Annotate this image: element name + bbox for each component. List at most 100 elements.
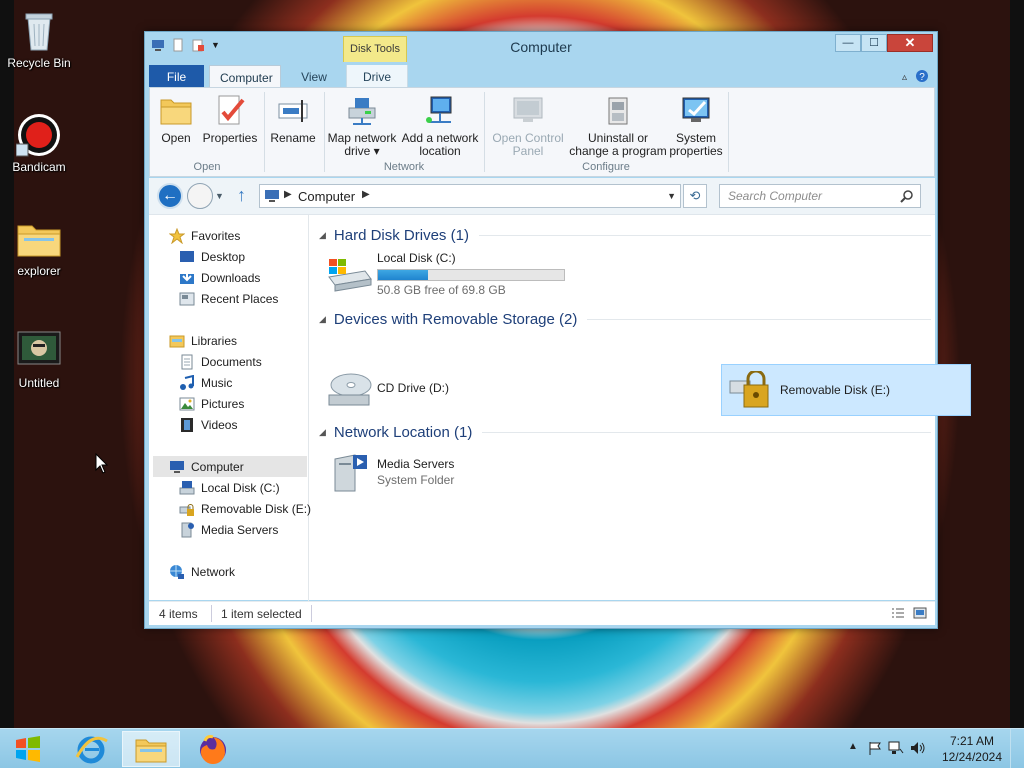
help-icon[interactable]: ?	[915, 69, 929, 86]
open-button[interactable]: Open	[154, 94, 198, 145]
search-placeholder: Search Computer	[728, 189, 823, 203]
system-properties-button[interactable]: System properties	[666, 94, 726, 158]
section-title: Hard Disk Drives (1)	[333, 226, 469, 244]
desktop-icon-label: explorer	[17, 264, 61, 278]
nav-label: Computer	[191, 459, 244, 474]
nav-label: Local Disk (C:)	[201, 480, 280, 495]
taskbar-firefox[interactable]	[184, 731, 242, 767]
taskbar-file-explorer[interactable]	[122, 731, 180, 767]
uninstall-program-button[interactable]: Uninstall or change a program	[568, 94, 668, 158]
nav-label: Documents	[201, 354, 262, 369]
nav-label: Music	[201, 375, 233, 390]
open-control-panel-button[interactable]: Open Control Panel	[488, 94, 568, 158]
map-network-drive-button[interactable]: Map network drive ▾	[326, 94, 398, 158]
item-name: Media Servers	[377, 457, 455, 471]
tab-computer[interactable]: Computer	[209, 65, 281, 87]
nav-item-removable-disk[interactable]: Removable Disk (E:)	[179, 498, 311, 519]
tab-file[interactable]: File	[149, 65, 204, 87]
svg-text:?: ?	[919, 72, 925, 83]
window-title: Computer	[510, 39, 572, 55]
add-network-location-button[interactable]: Add a network location	[400, 94, 480, 158]
nav-item-desktop[interactable]: Desktop	[179, 246, 245, 267]
breadcrumb-arrow-icon[interactable]: ▶	[362, 189, 370, 200]
details-view-icon[interactable]	[891, 607, 905, 622]
nav-item-downloads[interactable]: Downloads	[179, 267, 260, 288]
nav-label: Removable Disk (E:)	[201, 501, 312, 516]
breadcrumb-arrow-icon[interactable]: ▶	[284, 189, 292, 200]
clock[interactable]: 7:21 AM 12/24/2024	[942, 733, 1002, 765]
collapse-triangle-icon[interactable]: ◢	[319, 427, 326, 438]
desktop-icon-bandicam[interactable]: Bandicam	[3, 112, 75, 174]
large-icons-view-icon[interactable]	[913, 607, 927, 622]
show-hidden-icons-icon[interactable]: ▲	[848, 741, 858, 752]
tab-drive[interactable]: Drive	[346, 65, 408, 87]
recycle-bin-icon	[16, 8, 62, 54]
address-bar[interactable]: ▶ Computer ▶ ▼	[259, 184, 681, 208]
nav-label: Downloads	[201, 270, 261, 285]
desktop-icon	[179, 249, 195, 265]
show-desktop-button[interactable]	[1010, 729, 1024, 768]
media-servers-item[interactable]: Media Servers System Folder	[319, 447, 569, 499]
maximize-button[interactable]: ☐	[861, 34, 887, 52]
nav-item-favorites[interactable]: Favorites	[168, 225, 240, 246]
map-network-drive-label-2: drive ▾	[344, 144, 380, 158]
content-pane: ◢ Hard Disk Drives (1) Local Disk (C:) 5…	[311, 215, 971, 601]
start-button[interactable]	[0, 731, 56, 767]
nav-item-media-servers[interactable]: Media Servers	[179, 519, 278, 540]
section-hard-disk-drives[interactable]: ◢ Hard Disk Drives (1)	[319, 225, 931, 245]
back-button[interactable]: ←	[157, 183, 183, 209]
desktop-border-right	[1010, 0, 1024, 728]
forward-button[interactable]	[187, 183, 213, 209]
volume-icon[interactable]	[910, 741, 926, 758]
nav-item-recent-places[interactable]: Recent Places	[179, 288, 278, 309]
section-removable-storage[interactable]: ◢ Devices with Removable Storage (2)	[319, 309, 931, 329]
taskbar-internet-explorer[interactable]	[62, 731, 120, 767]
tab-view[interactable]: View	[289, 65, 339, 87]
nav-label: Desktop	[201, 249, 246, 264]
nav-item-music[interactable]: Music	[179, 372, 232, 393]
search-input[interactable]: Search Computer	[719, 184, 921, 208]
breadcrumb-computer[interactable]: Computer	[298, 189, 355, 204]
refresh-button[interactable]: ⟲	[683, 184, 707, 208]
collapse-triangle-icon[interactable]: ◢	[319, 314, 326, 325]
desktop-icon-explorer[interactable]: explorer	[3, 216, 75, 278]
ribbon-tabs: File Computer View Drive ▵ ?	[149, 63, 935, 87]
nav-item-documents[interactable]: Documents	[179, 351, 262, 372]
navigation-bar: ← ▼ ↑ ▶ Computer ▶ ▼ ⟲ Search Computer	[149, 178, 935, 214]
drive-cd-d[interactable]: CD Drive (D:)	[319, 365, 569, 417]
section-network-location[interactable]: ◢ Network Location (1)	[319, 422, 931, 442]
clock-date: 12/24/2024	[941, 750, 1002, 764]
media-server-icon	[325, 453, 373, 493]
action-center-flag-icon[interactable]	[868, 741, 882, 758]
collapse-triangle-icon[interactable]: ◢	[319, 230, 326, 241]
minimize-button[interactable]: —	[835, 34, 861, 52]
nav-item-computer[interactable]: Computer	[153, 456, 307, 477]
windows-hard-drive-icon	[325, 255, 373, 295]
ribbon-group-configure: Configure	[582, 161, 630, 173]
address-dropdown-icon[interactable]: ▼	[667, 191, 676, 201]
drive-removable-disk-e[interactable]: Removable Disk (E:)	[721, 364, 971, 416]
nav-item-network[interactable]: Network	[169, 561, 235, 582]
collapse-ribbon-icon[interactable]: ▵	[902, 72, 907, 83]
music-icon	[179, 374, 195, 391]
properties-button[interactable]: Properties	[200, 94, 260, 145]
desktop-icon-label: Bandicam	[12, 160, 66, 174]
desktop-icon-untitled[interactable]: Untitled	[3, 328, 75, 390]
system-properties-icon	[679, 94, 713, 128]
network-status-icon[interactable]	[888, 741, 904, 758]
star-icon	[168, 227, 186, 244]
drive-local-disk-c[interactable]: Local Disk (C:) 50.8 GB free of 69.8 GB	[319, 249, 579, 301]
nav-label: Network	[191, 564, 236, 579]
explorer-window: ▼ Disk Tools Computer — ☐ ✕ File Compute…	[144, 31, 971, 629]
nav-item-pictures[interactable]: Pictures	[179, 393, 244, 414]
desktop-icon-recycle-bin[interactable]: Recycle Bin	[3, 8, 75, 70]
close-button[interactable]: ✕	[887, 34, 933, 52]
nav-item-videos[interactable]: Videos	[179, 414, 237, 435]
title-bar[interactable]: ▼ Disk Tools Computer — ☐ ✕	[145, 32, 937, 62]
nav-item-local-disk[interactable]: Local Disk (C:)	[179, 477, 280, 498]
rename-button[interactable]: Rename	[266, 94, 320, 145]
nav-item-libraries[interactable]: Libraries	[169, 330, 237, 351]
recent-locations-dropdown-icon[interactable]: ▼	[215, 191, 224, 201]
computer-icon	[169, 459, 185, 475]
up-arrow-icon[interactable]: ↑	[237, 186, 246, 204]
